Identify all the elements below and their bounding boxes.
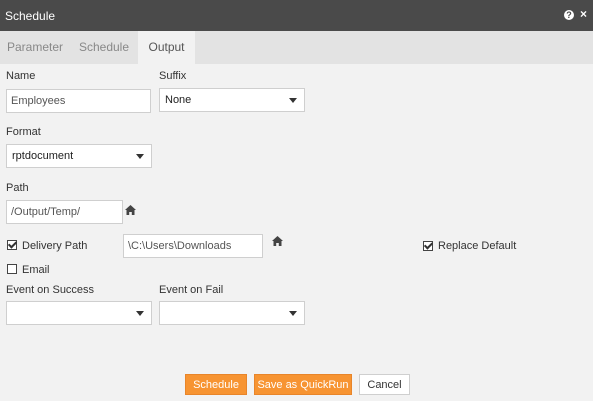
chevron-down-icon: [289, 98, 297, 103]
schedule-button[interactable]: Schedule: [185, 374, 247, 395]
format-label: Format: [6, 126, 41, 138]
tab-schedule[interactable]: Schedule: [70, 31, 138, 64]
delivery-path-label: Delivery Path: [22, 240, 88, 252]
path-input[interactable]: /Output/Temp/: [6, 200, 123, 224]
chevron-down-icon: [289, 311, 297, 316]
tab-bar: Parameter Schedule Output: [0, 31, 593, 64]
tab-parameter[interactable]: Parameter: [0, 31, 70, 64]
chevron-down-icon: [136, 311, 144, 316]
path-label: Path: [6, 182, 29, 194]
email-checkbox[interactable]: [7, 264, 17, 274]
save-as-quickrun-button[interactable]: Save as QuickRun: [254, 374, 352, 395]
suffix-value: None: [165, 94, 192, 106]
suffix-label: Suffix: [159, 70, 187, 82]
suffix-select[interactable]: None: [159, 88, 305, 112]
tab-output[interactable]: Output: [138, 31, 195, 64]
help-icon[interactable]: ?: [564, 10, 574, 20]
name-input[interactable]: Employees: [6, 89, 151, 113]
event-on-success-label: Event on Success: [6, 284, 95, 296]
replace-default-label: Replace Default: [438, 240, 517, 252]
delivery-path-checkbox[interactable]: [7, 240, 17, 250]
close-icon[interactable]: ×: [580, 7, 587, 21]
event-on-success-select[interactable]: [6, 301, 152, 325]
format-value: rptdocument: [12, 150, 74, 162]
replace-default-checkbox[interactable]: [423, 241, 433, 251]
delivery-path-input[interactable]: \C:\Users\Downloads: [123, 234, 263, 258]
format-select[interactable]: rptdocument: [6, 144, 152, 168]
name-label: Name: [6, 70, 36, 82]
email-label: Email: [22, 264, 50, 276]
home-icon[interactable]: [272, 236, 283, 246]
cancel-button[interactable]: Cancel: [359, 374, 410, 395]
event-on-fail-select[interactable]: [159, 301, 305, 325]
title-bar: Schedule ? ×: [0, 0, 593, 31]
chevron-down-icon: [136, 154, 144, 159]
event-on-fail-label: Event on Fail: [159, 284, 224, 296]
home-icon[interactable]: [125, 205, 136, 215]
window-title: Schedule: [5, 9, 56, 23]
